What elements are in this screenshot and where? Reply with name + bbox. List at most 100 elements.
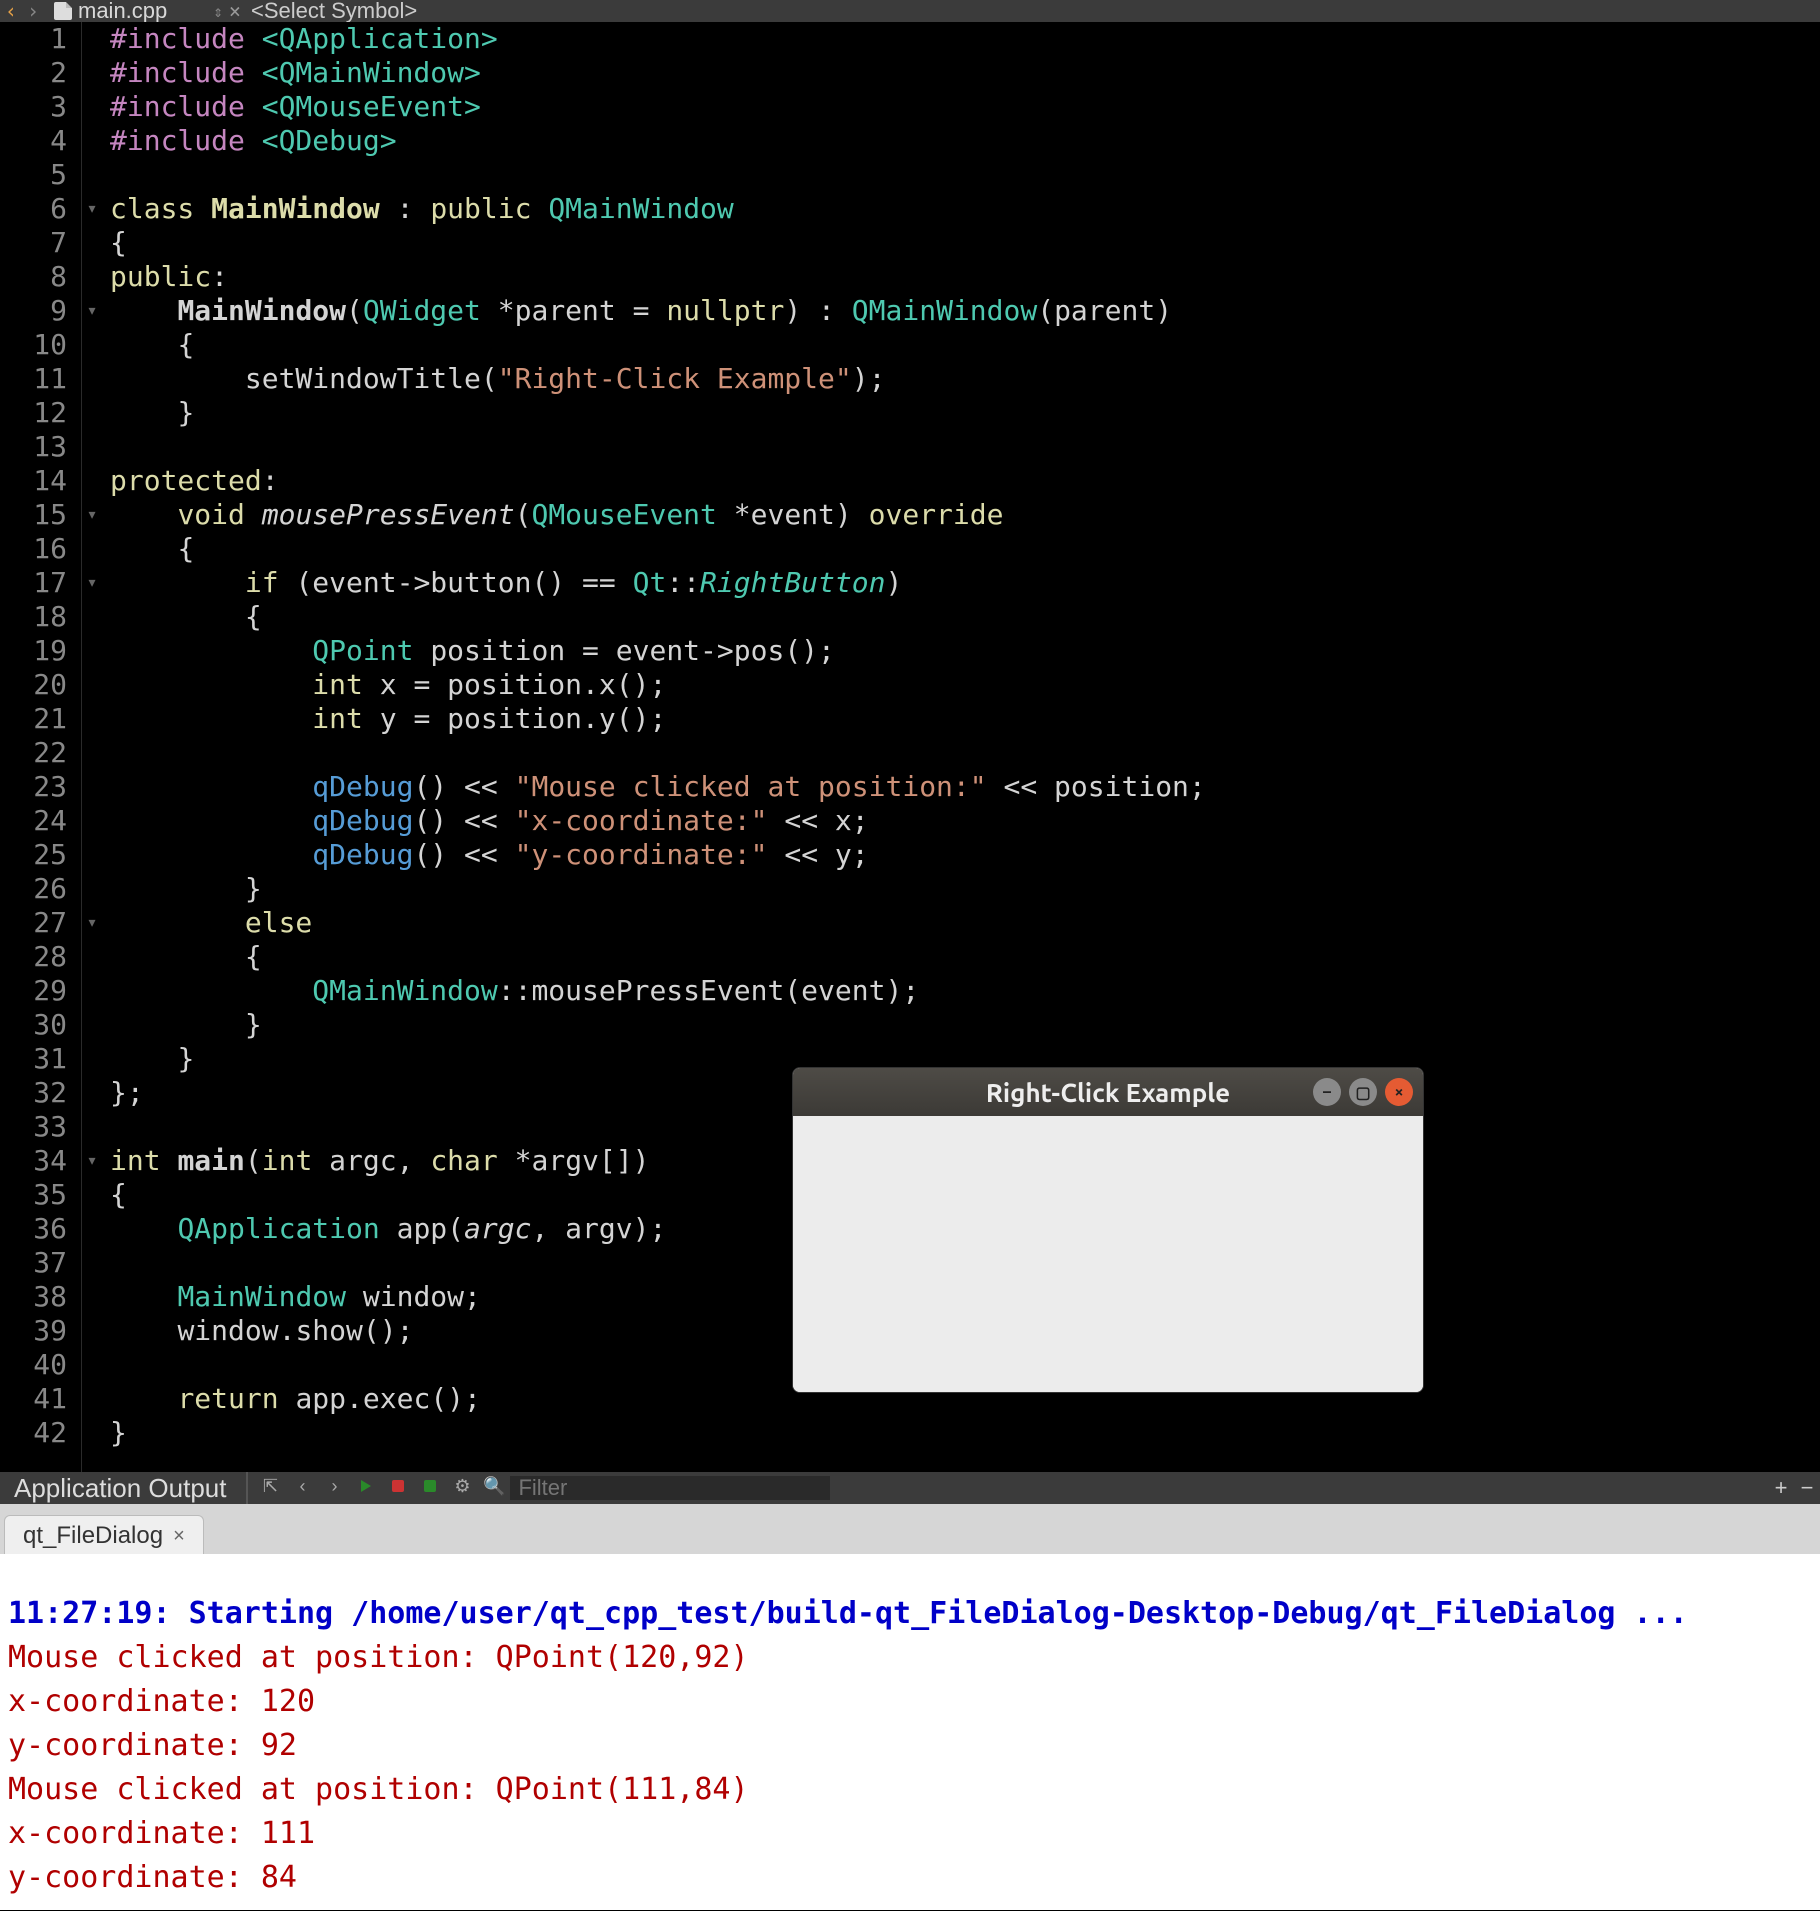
fold-marker[interactable]: ▾ xyxy=(82,294,102,328)
fold-marker[interactable]: ▾ xyxy=(82,498,102,532)
code-line[interactable]: #include <QMouseEvent> xyxy=(110,90,1820,124)
zoom-icon[interactable]: 🔍 xyxy=(482,1476,506,1500)
fold-marker xyxy=(82,1416,102,1450)
output-add-button[interactable]: + xyxy=(1768,1475,1794,1501)
fold-marker xyxy=(82,600,102,634)
window-maximize-button[interactable]: ▢ xyxy=(1349,1078,1377,1106)
code-line[interactable]: { xyxy=(110,328,1820,362)
output-next-icon[interactable]: › xyxy=(322,1476,346,1500)
symbol-close-icon[interactable]: × xyxy=(229,0,241,23)
code-line[interactable]: } xyxy=(110,396,1820,430)
output-filter-input[interactable] xyxy=(510,1476,830,1500)
fold-marker xyxy=(82,838,102,872)
code-line[interactable]: QMainWindow::mousePressEvent(event); xyxy=(110,974,1820,1008)
close-icon[interactable]: × xyxy=(173,1525,185,1548)
file-icon xyxy=(54,2,72,20)
code-line[interactable]: int y = position.y(); xyxy=(110,702,1820,736)
code-line[interactable] xyxy=(110,158,1820,192)
fold-marker[interactable]: ▾ xyxy=(82,192,102,226)
code-line[interactable]: void mousePressEvent(QMouseEvent *event)… xyxy=(110,498,1820,532)
code-line[interactable]: { xyxy=(110,600,1820,634)
code-line[interactable]: #include <QApplication> xyxy=(110,22,1820,56)
line-number: 40 xyxy=(0,1348,67,1382)
code-line[interactable] xyxy=(110,430,1820,464)
code-line[interactable]: } xyxy=(110,1416,1820,1450)
code-line[interactable]: { xyxy=(110,532,1820,566)
line-number: 41 xyxy=(0,1382,67,1416)
line-number: 14 xyxy=(0,464,67,498)
line-number: 42 xyxy=(0,1416,67,1450)
fold-marker xyxy=(82,1178,102,1212)
output-body[interactable]: 11:27:19: Starting /home/user/qt_cpp_tes… xyxy=(0,1554,1820,1910)
line-number: 37 xyxy=(0,1246,67,1280)
code-line[interactable]: setWindowTitle("Right-Click Example"); xyxy=(110,362,1820,396)
open-file-name[interactable]: main.cpp xyxy=(78,0,167,24)
line-number: 19 xyxy=(0,634,67,668)
window-minimize-button[interactable]: – xyxy=(1313,1078,1341,1106)
fold-column[interactable]: ▾ ▾ ▾ ▾ ▾ ▾ xyxy=(82,22,102,1472)
code-line[interactable]: class MainWindow : public QMainWindow xyxy=(110,192,1820,226)
symbol-selector[interactable]: <Select Symbol> xyxy=(251,0,417,24)
run-icon[interactable] xyxy=(354,1476,378,1500)
code-line[interactable]: qDebug() << "x-coordinate:" << x; xyxy=(110,804,1820,838)
code-line[interactable]: public: xyxy=(110,260,1820,294)
line-number: 33 xyxy=(0,1110,67,1144)
code-line[interactable]: QPoint position = event->pos(); xyxy=(110,634,1820,668)
code-line[interactable] xyxy=(110,736,1820,770)
code-line[interactable]: qDebug() << "Mouse clicked at position:"… xyxy=(110,770,1820,804)
app-window-body[interactable] xyxy=(793,1116,1423,1392)
line-number: 17 xyxy=(0,566,67,600)
nav-back-button[interactable]: ‹ xyxy=(0,0,22,23)
fold-marker xyxy=(82,90,102,124)
nav-forward-button[interactable]: › xyxy=(22,0,44,23)
line-number: 15 xyxy=(0,498,67,532)
code-line[interactable]: qDebug() << "y-coordinate:" << y; xyxy=(110,838,1820,872)
window-close-button[interactable]: × xyxy=(1385,1078,1413,1106)
code-line[interactable]: MainWindow(QWidget *parent = nullptr) : … xyxy=(110,294,1820,328)
fold-marker xyxy=(82,362,102,396)
output-remove-button[interactable]: − xyxy=(1794,1475,1820,1501)
code-line[interactable]: if (event->button() == Qt::RightButton) xyxy=(110,566,1820,600)
fold-marker xyxy=(82,736,102,770)
code-line[interactable]: #include <QDebug> xyxy=(110,124,1820,158)
fold-marker xyxy=(82,1076,102,1110)
fold-marker xyxy=(82,532,102,566)
fold-marker xyxy=(82,56,102,90)
output-prev-icon[interactable]: ‹ xyxy=(290,1476,314,1500)
line-number: 22 xyxy=(0,736,67,770)
code-line[interactable]: #include <QMainWindow> xyxy=(110,56,1820,90)
line-number: 20 xyxy=(0,668,67,702)
line-number: 5 xyxy=(0,158,67,192)
attach-icon[interactable]: ⇱ xyxy=(258,1476,282,1500)
rerun-icon[interactable] xyxy=(418,1476,442,1500)
fold-marker[interactable]: ▾ xyxy=(82,906,102,940)
code-line[interactable]: else xyxy=(110,906,1820,940)
line-number: 35 xyxy=(0,1178,67,1212)
code-line[interactable]: } xyxy=(110,872,1820,906)
code-line[interactable]: { xyxy=(110,226,1820,260)
symbol-resize-icon[interactable]: ⇕ xyxy=(213,2,223,21)
fold-marker xyxy=(82,1382,102,1416)
code-line[interactable]: protected: xyxy=(110,464,1820,498)
fold-marker[interactable]: ▾ xyxy=(82,1144,102,1178)
fold-marker xyxy=(82,974,102,1008)
app-window[interactable]: Right-Click Example – ▢ × xyxy=(792,1067,1424,1393)
fold-marker xyxy=(82,770,102,804)
output-tab-row: qt_FileDialog × xyxy=(0,1504,1820,1554)
line-number: 32 xyxy=(0,1076,67,1110)
output-tab[interactable]: qt_FileDialog × xyxy=(4,1515,204,1554)
code-line[interactable]: int x = position.x(); xyxy=(110,668,1820,702)
line-number: 8 xyxy=(0,260,67,294)
line-number: 28 xyxy=(0,940,67,974)
stop-icon[interactable] xyxy=(386,1476,410,1500)
code-line[interactable]: } xyxy=(110,1008,1820,1042)
editor-tab-bar: ‹ › main.cpp ⇕ × <Select Symbol> xyxy=(0,0,1820,22)
settings-icon[interactable]: ⚙ xyxy=(450,1476,474,1500)
output-line: x-coordinate: 120 xyxy=(8,1680,1812,1724)
fold-marker[interactable]: ▾ xyxy=(82,566,102,600)
fold-marker xyxy=(82,634,102,668)
fold-marker xyxy=(82,464,102,498)
app-window-titlebar[interactable]: Right-Click Example – ▢ × xyxy=(793,1068,1423,1116)
code-line[interactable]: { xyxy=(110,940,1820,974)
line-number: 13 xyxy=(0,430,67,464)
